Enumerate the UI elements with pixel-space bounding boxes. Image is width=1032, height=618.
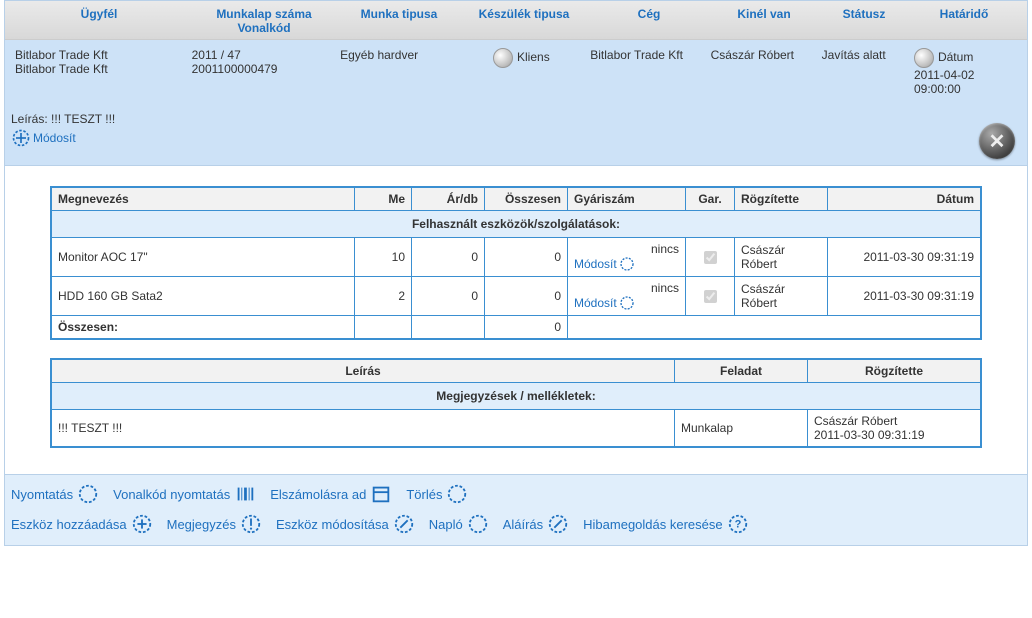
worksheet-info-panel: Bitlabor Trade Kft Bitlabor Trade Kft 20…	[5, 40, 1027, 166]
col-client[interactable]: Ügyfél	[9, 7, 189, 35]
svg-text:?: ?	[734, 519, 741, 531]
cell-unit: 0	[412, 277, 485, 316]
col-deadline[interactable]: Határidő	[909, 7, 1019, 35]
cell-serial: nincsMódosít	[568, 277, 686, 316]
cell-rec: Császár Róbert	[735, 277, 828, 316]
th-n-rec: Rögzítette	[808, 359, 982, 383]
info-who: Császár Róbert	[707, 46, 818, 64]
comment-button[interactable]: Megjegyzés	[167, 513, 262, 535]
cell-name: HDD 160 GB Sata2	[51, 277, 355, 316]
question-icon: ?	[727, 513, 749, 535]
cell-rec: Császár Róbert	[735, 238, 828, 277]
log-button[interactable]: Napló	[429, 513, 489, 535]
gear-icon	[11, 128, 31, 148]
gar-checkbox	[704, 290, 717, 303]
cell-me: 2	[355, 277, 412, 316]
cell-gar	[686, 238, 735, 277]
plus-icon	[131, 513, 153, 535]
th-me: Me	[355, 187, 412, 211]
col-company[interactable]: Cég	[589, 7, 709, 35]
cell-total: 0	[485, 277, 568, 316]
tools-table: Felhasznált eszközök/szolgálatások: Megn…	[50, 186, 982, 340]
col-work-type[interactable]: Munka tipusa	[339, 7, 459, 35]
app-frame: Ügyfél Munkalap számaVonalkód Munka tipu…	[4, 0, 1028, 546]
col-device-type[interactable]: Készülék tipusa	[459, 7, 589, 35]
info-device-type: Kliens	[456, 46, 586, 70]
gear-icon	[77, 483, 99, 505]
pencil-icon	[547, 513, 569, 535]
cell-gar	[686, 277, 735, 316]
settle-button[interactable]: Elszámolásra ad	[270, 483, 392, 505]
add-tool-button[interactable]: Eszköz hozzáadása	[11, 513, 153, 535]
gear-icon	[446, 483, 468, 505]
bullet-icon	[914, 48, 934, 68]
exclaim-icon	[240, 513, 262, 535]
info-description: Leírás: !!! TESZT !!!	[11, 112, 1021, 126]
modify-serial-button[interactable]: Módosít	[574, 295, 635, 311]
cell-unit: 0	[412, 238, 485, 277]
info-deadline: Dátum 2011-04-02 09:00:00	[910, 46, 1021, 98]
close-button[interactable]: ✕	[979, 123, 1015, 159]
cell-desc: !!! TESZT !!!	[51, 410, 675, 448]
th-task: Feladat	[675, 359, 808, 383]
close-icon: ✕	[989, 129, 1006, 154]
col-worksheet[interactable]: Munkalap számaVonalkód	[189, 7, 339, 35]
cell-me: 10	[355, 238, 412, 277]
cell-serial: nincsMódosít	[568, 238, 686, 277]
bullet-icon	[493, 48, 513, 68]
th-date: Dátum	[828, 187, 982, 211]
tools-table-title: Felhasznált eszközök/szolgálatások:	[51, 211, 981, 238]
barcode-print-button[interactable]: Vonalkód nyomtatás	[113, 483, 256, 505]
print-button[interactable]: Nyomtatás	[11, 483, 99, 505]
action-toolbar: Nyomtatás Vonalkód nyomtatás Elszámolásr…	[5, 474, 1027, 545]
info-company: Bitlabor Trade Kft	[586, 46, 706, 64]
cell-task: Munkalap	[675, 410, 808, 448]
th-rec: Rögzítette	[735, 187, 828, 211]
cell-date: 2011-03-30 09:31:19	[828, 238, 982, 277]
gear-icon	[619, 256, 635, 272]
gar-checkbox	[704, 251, 717, 264]
info-worksheet: 2011 / 47 2001100000479	[188, 46, 337, 78]
modify-button[interactable]: Módosít	[11, 128, 76, 148]
barcode-icon	[234, 483, 256, 505]
modify-serial-button[interactable]: Módosít	[574, 256, 635, 272]
cell-total: 0	[485, 238, 568, 277]
th-serial: Gyáriszám	[568, 187, 686, 211]
info-status: Javítás alatt	[818, 46, 910, 64]
th-gar: Gar.	[686, 187, 735, 211]
signature-button[interactable]: Aláírás	[503, 513, 569, 535]
th-unit: Ár/db	[412, 187, 485, 211]
info-work-type: Egyéb hardver	[336, 46, 456, 64]
th-total: Összesen	[485, 187, 568, 211]
info-client: Bitlabor Trade Kft Bitlabor Trade Kft	[11, 46, 188, 78]
col-who[interactable]: Kinél van	[709, 7, 819, 35]
sum-label: Összesen:	[51, 316, 355, 340]
search-button[interactable]: Hibamegoldás keresése ?	[583, 513, 748, 535]
delete-button[interactable]: Törlés	[406, 483, 468, 505]
table-row: HDD 160 GB Sata2200nincsMódosítCsászár R…	[51, 277, 981, 316]
notes-table-title: Megjegyzések / mellékletek:	[51, 383, 981, 410]
gear-icon	[467, 513, 489, 535]
col-status[interactable]: Státusz	[819, 7, 909, 35]
gear-icon	[619, 295, 635, 311]
pencil-icon	[393, 513, 415, 535]
calendar-icon	[370, 483, 392, 505]
cell-name: Monitor AOC 17"	[51, 238, 355, 277]
cell-date: 2011-03-30 09:31:19	[828, 277, 982, 316]
modify-tool-button[interactable]: Eszköz módosítása	[276, 513, 415, 535]
table-row: Monitor AOC 17"1000nincsMódosítCsászár R…	[51, 238, 981, 277]
cell-rec: Császár Róbert2011-03-30 09:31:19	[808, 410, 982, 448]
column-header-bar: Ügyfél Munkalap számaVonalkód Munka tipu…	[5, 1, 1027, 40]
table-row: !!! TESZT !!!MunkalapCsászár Róbert2011-…	[51, 410, 981, 448]
th-name: Megnevezés	[51, 187, 355, 211]
notes-table: Megjegyzések / mellékletek: Leírás Felad…	[50, 358, 982, 448]
content-area: Felhasznált eszközök/szolgálatások: Megn…	[5, 166, 1027, 474]
th-desc: Leírás	[51, 359, 675, 383]
sum-value: 0	[485, 316, 568, 340]
